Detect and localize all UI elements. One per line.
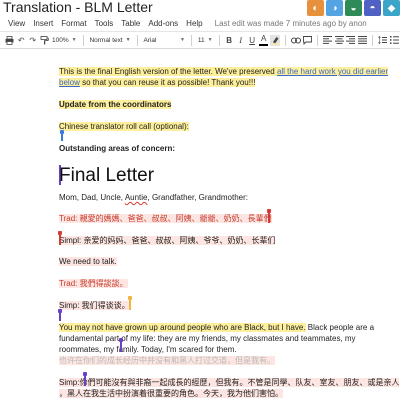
update-heading: Update from the coordinators <box>59 99 172 110</box>
toolbar-divider <box>284 34 286 46</box>
align-right-icon[interactable] <box>346 35 356 46</box>
underline-button[interactable]: U <box>247 35 257 46</box>
below-link[interactable]: below <box>59 78 80 87</box>
menu-tools[interactable]: Tools <box>91 19 118 28</box>
collaborator-avatars: ◐ ◑ ◒ ◓ ◆ <box>307 0 400 16</box>
comment-flag[interactable] <box>267 209 271 223</box>
black-paragraph-highlight: You may not have grown up around people … <box>59 323 306 332</box>
simp-talk-text: Simp: 我们得谈谈。 <box>59 301 130 310</box>
comment-icon[interactable] <box>303 35 313 46</box>
zoom-select[interactable]: 100% ▼ <box>50 37 79 44</box>
toolbar-divider <box>82 34 84 46</box>
greeting-suffix: , Grandfather, Grandmother: <box>147 193 249 202</box>
black-paragraph-rest: Black people are a <box>305 323 375 332</box>
simp-long-line-1: Simp:你們可能沒有與非裔一起成長的經歷，但我有。不管是同學、队友、室友、朋友… <box>59 377 400 388</box>
menu-format[interactable]: Format <box>57 19 90 28</box>
paint-format-icon[interactable] <box>40 35 50 46</box>
simpl-greeting-text: Simpl: 亲爱的妈妈、爸爸、叔叔、阿姨、爷爷、奶奶、长辈们 <box>59 236 276 245</box>
chevron-down-icon: ▼ <box>180 37 185 43</box>
document-title[interactable]: Translation - BLM Letter <box>3 0 153 15</box>
comment-flag[interactable] <box>58 231 62 245</box>
collaborator-bird-icon[interactable]: ◆ <box>383 0 400 16</box>
intro-text: This is the final English version of the… <box>59 67 277 76</box>
intro-line-1: This is the final English version of the… <box>59 66 389 77</box>
menu-bar: View Insert Format Tools Table Add-ons H… <box>0 16 400 30</box>
collaborator-kraken-icon[interactable]: ◓ <box>364 0 381 16</box>
collaborator-penguin-icon[interactable]: ◑ <box>326 0 343 16</box>
concerns-heading: Outstanding areas of concern: <box>59 144 176 153</box>
redo-icon[interactable]: ↷ <box>28 35 38 46</box>
trad-talk-text: Trad: 我們得談談。 <box>59 279 128 288</box>
formatting-toolbar: ↶ ↷ 100% ▼ Normal text ▼ Arial ▼ 11 ▼ B I U … <box>0 31 400 49</box>
trad-greeting-text: Trad: 親愛的媽媽、爸爸、叔叔、阿姨、爺爺、奶奶、長輩們 <box>59 214 272 223</box>
update-heading-text: Update from the coordinators <box>59 100 172 109</box>
menu-view[interactable]: View <box>0 19 29 28</box>
line-spacing-icon[interactable] <box>378 35 388 46</box>
collaborator-walrus-icon[interactable]: ◐ <box>307 0 324 16</box>
trad-greeting-line: Trad: 親愛的媽媽、爸爸、叔叔、阿姨、爺爺、奶奶、長輩們 <box>59 213 272 224</box>
need-talk-line: We need to talk. <box>59 256 117 267</box>
need-talk-text: We need to talk. <box>59 257 117 266</box>
black-paragraph-line-3: roommates, my family. Today, I'm scared … <box>59 345 237 354</box>
font-size-value: 11 <box>197 36 205 44</box>
align-justify-icon[interactable] <box>357 35 368 46</box>
final-letter-title: Final Letter <box>59 165 155 186</box>
collaborator-cursor-flag <box>128 296 132 310</box>
toolbar-divider <box>136 34 138 46</box>
menu-insert[interactable]: Insert <box>29 19 57 28</box>
simp-talk-line: Simp: 我们得谈谈。 <box>59 300 130 311</box>
toolbar-divider <box>218 34 220 46</box>
font-value: Arial <box>143 36 157 44</box>
numbered-list-icon[interactable] <box>389 35 399 46</box>
zoom-value: 100% <box>52 36 69 44</box>
paragraph-style-select[interactable]: Normal text ▼ <box>87 37 132 44</box>
collaborator-cursor-flag <box>60 130 64 141</box>
trad-talk-line: Trad: 我們得談談。 <box>59 278 128 289</box>
simp-long-line-2: ，黑人在我生活中扮演着很重要的角色。今天，我为他们害怕。 <box>59 388 283 399</box>
intro-line-2: below so that you can reuse it as possib… <box>59 77 256 88</box>
chevron-down-icon: ▼ <box>125 37 131 43</box>
align-left-icon[interactable] <box>323 35 333 46</box>
menu-add-ons[interactable]: Add-ons <box>144 19 182 28</box>
simpl-greeting-line: Simpl: 亲爱的妈妈、爸爸、叔叔、阿姨、爷爷、奶奶、长辈们 <box>59 235 276 246</box>
undo-icon[interactable]: ↶ <box>17 35 27 46</box>
black-paragraph-line-4: 也许在你们的成长经历中并没有和黑人打过交道，但是我有。 <box>59 355 275 366</box>
text-color-button[interactable]: A <box>258 35 269 46</box>
collaborator-cursor-flag <box>58 309 62 321</box>
bold-button[interactable]: B <box>224 35 234 46</box>
toolbar-divider <box>190 34 192 46</box>
preserved-work-link[interactable]: all the hard work you did earlier <box>276 67 389 76</box>
menu-help[interactable]: Help <box>182 19 206 28</box>
toolbar-divider <box>372 34 373 46</box>
chevron-down-icon: ▼ <box>71 37 77 43</box>
menu-table[interactable]: Table <box>117 19 144 28</box>
greeting-line: Mom, Dad, Uncle, Auntie, Grandfather, Gr… <box>59 192 248 203</box>
style-value: Normal text <box>89 36 123 44</box>
collaborator-cursor-flag <box>83 372 87 386</box>
simp-long-text-2: ，黑人在我生活中扮演着很重要的角色。今天，我为他们害怕。 <box>59 389 283 398</box>
last-edit-link[interactable]: Last edit was made 7 minutes ago by anon <box>207 19 367 28</box>
simp-long-text-1: Simp:你們可能沒有與非裔一起成長的經歷，但我有。不管是同學、队友、室友、朋友… <box>59 378 400 387</box>
collaborator-cursor-flag <box>119 338 123 352</box>
align-center-icon[interactable] <box>334 35 345 46</box>
document-page[interactable]: This is the final English version of the… <box>0 50 400 400</box>
font-size-select[interactable]: 11 ▼ <box>196 37 215 44</box>
intro-thanks-text: so that you can reuse it as possible! Th… <box>79 78 256 87</box>
title-bar: Translation - BLM Letter ◐ ◑ ◒ ◓ ◆ <box>0 0 400 16</box>
roll-call-line: Chinese translator roll call (optional): <box>59 121 189 132</box>
link-icon[interactable] <box>290 35 301 46</box>
black-paragraph-line-2: fundamental part of my life: they are my… <box>59 334 356 343</box>
highlight-color-icon[interactable] <box>270 34 280 46</box>
font-select[interactable]: Arial ▼ <box>141 37 186 44</box>
print-icon[interactable] <box>5 35 15 46</box>
chevron-down-icon: ▼ <box>207 37 213 43</box>
collaborator-turtle-icon[interactable]: ◒ <box>345 0 362 16</box>
italic-button[interactable]: I <box>236 35 246 46</box>
roll-call-text: Chinese translator roll call (optional): <box>59 122 189 131</box>
black-paragraph-chinese: 也许在你们的成长经历中并没有和黑人打过交道，但是我有。 <box>59 356 275 365</box>
spellcheck-auntie[interactable]: Auntie <box>125 193 148 202</box>
black-paragraph-line-1: You may not have grown up around people … <box>59 322 374 333</box>
greeting-prefix: Mom, Dad, Uncle, <box>59 193 125 202</box>
toolbar-divider <box>317 34 319 46</box>
